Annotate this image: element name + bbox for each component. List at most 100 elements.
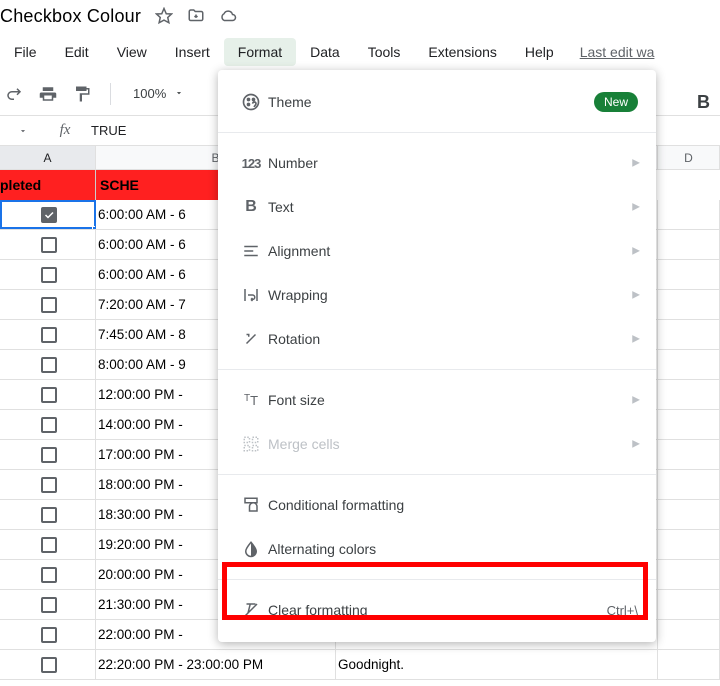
column-header-d[interactable]: D <box>658 146 720 169</box>
last-edit-link[interactable]: Last edit wa <box>580 44 655 60</box>
checkbox[interactable] <box>41 657 57 673</box>
checkbox[interactable] <box>41 267 57 283</box>
checkbox[interactable] <box>41 507 57 523</box>
name-box-caret[interactable] <box>0 126 45 136</box>
dd-alternating-colors[interactable]: Alternating colors <box>218 527 656 571</box>
zoom-select[interactable]: 100% <box>127 82 190 105</box>
checkbox[interactable] <box>41 477 57 493</box>
bold-button[interactable]: B <box>697 92 710 113</box>
dd-rotation[interactable]: Rotation ▶ <box>218 317 656 361</box>
schedule-cell[interactable]: 22:20:00 PM - 23:00:00 PM <box>96 650 336 679</box>
chevron-right-icon: ▶ <box>632 202 640 213</box>
checkbox[interactable] <box>41 387 57 403</box>
checkbox[interactable] <box>41 237 57 253</box>
checkbox[interactable] <box>41 567 57 583</box>
checkbox-cell[interactable] <box>0 410 96 439</box>
checkbox-cell[interactable] <box>0 200 96 229</box>
chevron-right-icon: ▶ <box>632 158 640 169</box>
cell[interactable] <box>658 650 720 679</box>
alternating-colors-icon <box>234 540 268 558</box>
chevron-right-icon: ▶ <box>632 439 640 450</box>
dd-merge-cells: Merge cells ▶ <box>218 422 656 466</box>
cell[interactable] <box>658 230 720 259</box>
checkbox-cell[interactable] <box>0 350 96 379</box>
checkbox[interactable] <box>41 357 57 373</box>
cell[interactable] <box>658 410 720 439</box>
checkbox[interactable] <box>41 417 57 433</box>
checkbox-cell[interactable] <box>0 440 96 469</box>
cell[interactable] <box>658 290 720 319</box>
document-title[interactable]: Checkbox Colour <box>0 6 141 27</box>
selection-handle[interactable] <box>92 226 96 229</box>
cell[interactable] <box>658 440 720 469</box>
cell[interactable] <box>658 560 720 589</box>
checkbox-cell[interactable] <box>0 620 96 649</box>
cell[interactable] <box>658 620 720 649</box>
column-header-a[interactable]: A <box>0 146 96 169</box>
checkbox[interactable] <box>41 327 57 343</box>
checkbox-cell[interactable] <box>0 260 96 289</box>
dd-text[interactable]: B Text ▶ <box>218 185 656 229</box>
cell[interactable] <box>658 350 720 379</box>
cloud-status-icon[interactable] <box>219 7 237 25</box>
checkbox-cell[interactable] <box>0 230 96 259</box>
checkbox[interactable] <box>41 447 57 463</box>
dd-alignment[interactable]: Alignment ▶ <box>218 229 656 273</box>
cell[interactable] <box>658 500 720 529</box>
checkbox-cell[interactable] <box>0 470 96 499</box>
dd-wrapping[interactable]: Wrapping ▶ <box>218 273 656 317</box>
dd-font-size[interactable]: TT Font size ▶ <box>218 378 656 422</box>
redo-icon[interactable] <box>2 82 26 106</box>
separator <box>218 474 656 475</box>
menu-insert[interactable]: Insert <box>161 38 224 66</box>
checkbox-cell[interactable] <box>0 290 96 319</box>
chevron-right-icon: ▶ <box>632 290 640 301</box>
menu-data[interactable]: Data <box>296 38 354 66</box>
checkbox-cell[interactable] <box>0 560 96 589</box>
checkbox[interactable] <box>41 627 57 643</box>
cell[interactable] <box>658 590 720 619</box>
cell[interactable] <box>658 200 720 229</box>
cell[interactable] <box>658 530 720 559</box>
dd-number[interactable]: 123 Number ▶ <box>218 141 656 185</box>
note-cell[interactable]: Goodnight. <box>336 650 658 679</box>
formula-input[interactable]: TRUE <box>85 123 126 138</box>
menu-tools[interactable]: Tools <box>354 38 415 66</box>
format-dropdown: Theme New 123 Number ▶ B Text ▶ Alignmen… <box>218 70 656 642</box>
wrap-icon <box>234 286 268 304</box>
menu-file[interactable]: File <box>0 38 51 66</box>
table-row[interactable]: 22:20:00 PM - 23:00:00 PMGoodnight. <box>0 650 720 680</box>
checkbox-cell[interactable] <box>0 530 96 559</box>
checkbox[interactable] <box>41 597 57 613</box>
dd-clear-formatting[interactable]: Clear formatting Ctrl+\ <box>218 588 656 632</box>
menubar: File Edit View Insert Format Data Tools … <box>0 32 720 72</box>
dd-conditional-formatting[interactable]: Conditional formatting <box>218 483 656 527</box>
checkbox[interactable] <box>41 297 57 313</box>
menu-help[interactable]: Help <box>511 38 568 66</box>
checkbox-cell[interactable] <box>0 650 96 679</box>
checkbox[interactable] <box>41 537 57 553</box>
menu-format[interactable]: Format <box>224 38 296 66</box>
header-cell-completed[interactable]: pleted <box>0 170 96 200</box>
cell[interactable] <box>658 260 720 289</box>
dd-theme[interactable]: Theme New <box>218 80 656 124</box>
checkbox-cell[interactable] <box>0 590 96 619</box>
checkbox-cell[interactable] <box>0 500 96 529</box>
checkbox[interactable] <box>41 207 57 223</box>
cell[interactable] <box>658 380 720 409</box>
cell[interactable] <box>658 470 720 499</box>
shortcut-label: Ctrl+\ <box>607 603 638 618</box>
move-to-folder-icon[interactable] <box>187 7 205 25</box>
cell[interactable] <box>658 320 720 349</box>
chevron-down-icon <box>174 86 184 101</box>
dd-theme-label: Theme <box>268 94 312 110</box>
menu-edit[interactable]: Edit <box>51 38 103 66</box>
menu-view[interactable]: View <box>103 38 161 66</box>
star-icon[interactable] <box>155 7 173 25</box>
paint-format-icon[interactable] <box>70 82 94 106</box>
print-icon[interactable] <box>36 82 60 106</box>
checkbox-cell[interactable] <box>0 380 96 409</box>
checkbox-cell[interactable] <box>0 320 96 349</box>
menu-extensions[interactable]: Extensions <box>414 38 510 66</box>
conditional-formatting-icon <box>234 496 268 514</box>
